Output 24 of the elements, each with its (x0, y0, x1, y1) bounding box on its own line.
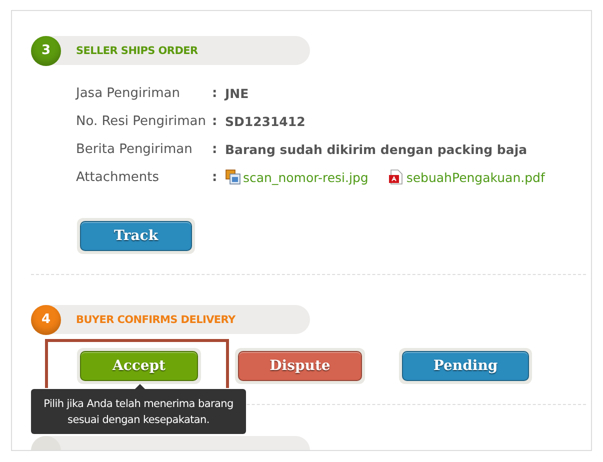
file-link[interactable]: sebuahPengakuan.pdf (406, 170, 545, 184)
colon: : (212, 170, 218, 184)
file-link[interactable]: scan_nomor-resi.jpg (243, 170, 368, 184)
step-title: BUYER CONFIRMS DELIVERY (76, 314, 236, 326)
tooltip-text: Pilih jika Anda telah menerima barang sesuai dengan kesepakatan. (42, 396, 234, 428)
step-title: SELLER SHIPS ORDER (76, 44, 198, 56)
colon: : (212, 142, 218, 156)
field-value: Barang sudah dikirim dengan packing baja (225, 142, 528, 156)
track-button[interactable]: Track (80, 221, 192, 251)
step-number: 3 (31, 36, 61, 66)
field-value: JNE (225, 86, 249, 100)
action-button[interactable]: Dispute (238, 351, 362, 381)
colon: : (212, 86, 218, 100)
field-label: Jasa Pengiriman (76, 86, 181, 100)
colon: : (212, 114, 218, 128)
action-button[interactable]: Accept (80, 351, 198, 381)
pdf-file-icon (388, 169, 404, 185)
field-label: Attachments (76, 170, 160, 184)
action-button[interactable]: Pending (402, 351, 529, 381)
step-number: 4 (31, 304, 61, 334)
image-file-icon (225, 169, 241, 185)
field-label: No. Resi Pengiriman (76, 114, 207, 128)
field-value: SD1231412 (225, 114, 306, 128)
field-label: Berita Pengiriman (76, 142, 194, 156)
